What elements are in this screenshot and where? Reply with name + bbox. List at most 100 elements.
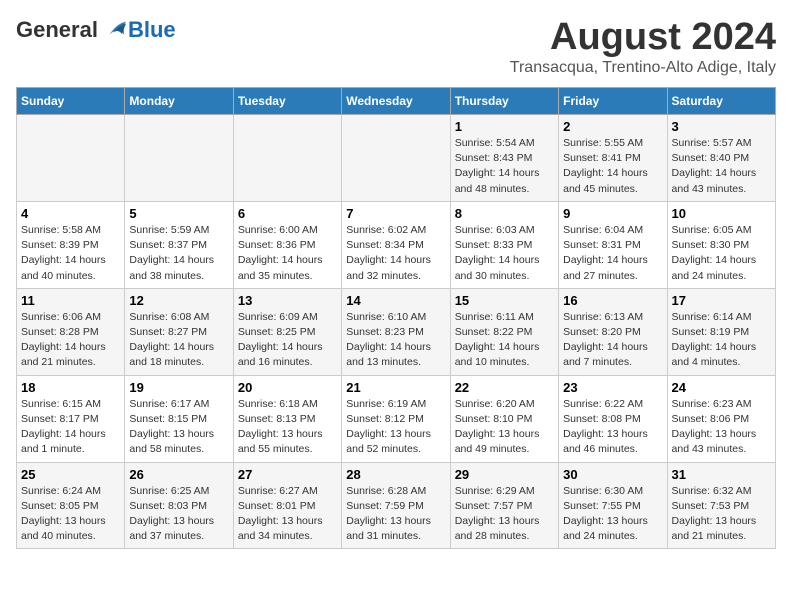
day-cell: 12 Sunrise: 6:08 AMSunset: 8:27 PMDayligh…: [125, 288, 233, 375]
day-info: Sunrise: 6:15 AMSunset: 8:17 PMDaylight:…: [21, 397, 120, 458]
day-number: 21: [346, 380, 445, 395]
day-info: Sunrise: 6:30 AMSunset: 7:55 PMDaylight:…: [563, 484, 662, 545]
col-header-friday: Friday: [559, 88, 667, 115]
day-cell: 13Sunrise: 6:09 AMSunset: 8:25 PMDayligh…: [233, 288, 341, 375]
day-info: Sunrise: 6:22 AMSunset: 8:08 PMDaylight:…: [563, 397, 662, 458]
day-info: Sunrise: 6:29 AMSunset: 7:57 PMDaylight:…: [455, 484, 554, 545]
logo: General Blue: [16, 16, 176, 44]
day-cell: 25 Sunrise: 6:24 AMSunset: 8:05 PMDayligh…: [17, 462, 125, 549]
day-cell: 31 Sunrise: 6:32 AMSunset: 7:53 PMDayligh…: [667, 462, 775, 549]
day-number: 7: [346, 206, 445, 221]
day-info: Sunrise: 6:28 AMSunset: 7:59 PMDaylight:…: [346, 484, 445, 545]
day-cell: 7 Sunrise: 6:02 AMSunset: 8:34 PMDaylight…: [342, 201, 450, 288]
col-header-monday: Monday: [125, 88, 233, 115]
day-number: 30: [563, 467, 662, 482]
day-info: Sunrise: 6:19 AMSunset: 8:12 PMDaylight:…: [346, 397, 445, 458]
logo-general: General: [16, 17, 98, 43]
day-number: 1: [455, 119, 554, 134]
day-cell: 26 Sunrise: 6:25 AMSunset: 8:03 PMDayligh…: [125, 462, 233, 549]
day-info: Sunrise: 6:23 AMSunset: 8:06 PMDaylight:…: [672, 397, 771, 458]
header-row: SundayMondayTuesdayWednesdayThursdayFrid…: [17, 88, 776, 115]
day-info: Sunrise: 6:06 AMSunset: 8:28 PMDaylight:…: [21, 310, 120, 371]
day-info: Sunrise: 6:32 AMSunset: 7:53 PMDaylight:…: [672, 484, 771, 545]
logo-bird-icon: [100, 16, 128, 44]
day-cell: 3Sunrise: 5:57 AMSunset: 8:40 PMDaylight…: [667, 115, 775, 202]
day-cell: [342, 115, 450, 202]
day-cell: 8 Sunrise: 6:03 AMSunset: 8:33 PMDaylight…: [450, 201, 558, 288]
day-number: 25: [21, 467, 120, 482]
day-number: 31: [672, 467, 771, 482]
day-number: 26: [129, 467, 228, 482]
day-cell: 30 Sunrise: 6:30 AMSunset: 7:55 PMDayligh…: [559, 462, 667, 549]
day-number: 11: [21, 293, 120, 308]
day-number: 20: [238, 380, 337, 395]
day-cell: 16Sunrise: 6:13 AMSunset: 8:20 PMDayligh…: [559, 288, 667, 375]
day-cell: 14 Sunrise: 6:10 AMSunset: 8:23 PMDayligh…: [342, 288, 450, 375]
day-cell: 27Sunrise: 6:27 AMSunset: 8:01 PMDayligh…: [233, 462, 341, 549]
day-cell: 11 Sunrise: 6:06 AMSunset: 8:28 PMDayligh…: [17, 288, 125, 375]
day-number: 8: [455, 206, 554, 221]
day-cell: [125, 115, 233, 202]
day-number: 15: [455, 293, 554, 308]
day-info: Sunrise: 5:59 AMSunset: 8:37 PMDaylight:…: [129, 223, 228, 284]
header: General Blue August 2024 Transacqua, Tre…: [16, 16, 776, 77]
day-info: Sunrise: 6:27 AMSunset: 8:01 PMDaylight:…: [238, 484, 337, 545]
day-number: 6: [238, 206, 337, 221]
day-cell: 29 Sunrise: 6:29 AMSunset: 7:57 PMDayligh…: [450, 462, 558, 549]
day-cell: [17, 115, 125, 202]
logo-blue: Blue: [128, 17, 176, 43]
day-info: Sunrise: 5:54 AMSunset: 8:43 PMDaylight:…: [455, 136, 554, 197]
day-info: Sunrise: 6:14 AMSunset: 8:19 PMDaylight:…: [672, 310, 771, 371]
week-row-1: 1 Sunrise: 5:54 AMSunset: 8:43 PMDaylight…: [17, 115, 776, 202]
day-info: Sunrise: 6:18 AMSunset: 8:13 PMDaylight:…: [238, 397, 337, 458]
month-year-title: August 2024: [510, 16, 776, 59]
day-info: Sunrise: 6:20 AMSunset: 8:10 PMDaylight:…: [455, 397, 554, 458]
day-cell: 24 Sunrise: 6:23 AMSunset: 8:06 PMDayligh…: [667, 375, 775, 462]
day-number: 28: [346, 467, 445, 482]
day-number: 12: [129, 293, 228, 308]
day-info: Sunrise: 6:13 AMSunset: 8:20 PMDaylight:…: [563, 310, 662, 371]
day-info: Sunrise: 5:55 AMSunset: 8:41 PMDaylight:…: [563, 136, 662, 197]
day-info: Sunrise: 6:08 AMSunset: 8:27 PMDaylight:…: [129, 310, 228, 371]
day-number: 9: [563, 206, 662, 221]
col-header-tuesday: Tuesday: [233, 88, 341, 115]
day-cell: 5 Sunrise: 5:59 AMSunset: 8:37 PMDaylight…: [125, 201, 233, 288]
day-number: 5: [129, 206, 228, 221]
col-header-thursday: Thursday: [450, 88, 558, 115]
day-info: Sunrise: 6:02 AMSunset: 8:34 PMDaylight:…: [346, 223, 445, 284]
day-number: 13: [238, 293, 337, 308]
week-row-3: 11 Sunrise: 6:06 AMSunset: 8:28 PMDayligh…: [17, 288, 776, 375]
day-number: 19: [129, 380, 228, 395]
day-number: 4: [21, 206, 120, 221]
day-info: Sunrise: 6:00 AMSunset: 8:36 PMDaylight:…: [238, 223, 337, 284]
day-cell: 9Sunrise: 6:04 AMSunset: 8:31 PMDaylight…: [559, 201, 667, 288]
day-number: 10: [672, 206, 771, 221]
day-cell: 23 Sunrise: 6:22 AMSunset: 8:08 PMDayligh…: [559, 375, 667, 462]
day-info: Sunrise: 6:24 AMSunset: 8:05 PMDaylight:…: [21, 484, 120, 545]
week-row-2: 4Sunrise: 5:58 AMSunset: 8:39 PMDaylight…: [17, 201, 776, 288]
col-header-sunday: Sunday: [17, 88, 125, 115]
day-number: 17: [672, 293, 771, 308]
day-number: 24: [672, 380, 771, 395]
day-cell: 28 Sunrise: 6:28 AMSunset: 7:59 PMDayligh…: [342, 462, 450, 549]
day-info: Sunrise: 6:17 AMSunset: 8:15 PMDaylight:…: [129, 397, 228, 458]
day-info: Sunrise: 6:05 AMSunset: 8:30 PMDaylight:…: [672, 223, 771, 284]
location-subtitle: Transacqua, Trentino-Alto Adige, Italy: [510, 59, 776, 77]
day-info: Sunrise: 6:10 AMSunset: 8:23 PMDaylight:…: [346, 310, 445, 371]
calendar-table: SundayMondayTuesdayWednesdayThursdayFrid…: [16, 87, 776, 549]
day-info: Sunrise: 6:03 AMSunset: 8:33 PMDaylight:…: [455, 223, 554, 284]
col-header-saturday: Saturday: [667, 88, 775, 115]
day-number: 22: [455, 380, 554, 395]
day-number: 29: [455, 467, 554, 482]
week-row-4: 18 Sunrise: 6:15 AMSunset: 8:17 PMDayligh…: [17, 375, 776, 462]
day-cell: 1 Sunrise: 5:54 AMSunset: 8:43 PMDaylight…: [450, 115, 558, 202]
day-info: Sunrise: 6:25 AMSunset: 8:03 PMDaylight:…: [129, 484, 228, 545]
day-cell: 18 Sunrise: 6:15 AMSunset: 8:17 PMDayligh…: [17, 375, 125, 462]
day-number: 18: [21, 380, 120, 395]
title-area: August 2024 Transacqua, Trentino-Alto Ad…: [510, 16, 776, 77]
day-cell: 15Sunrise: 6:11 AMSunset: 8:22 PMDayligh…: [450, 288, 558, 375]
day-number: 23: [563, 380, 662, 395]
day-number: 14: [346, 293, 445, 308]
day-cell: 20 Sunrise: 6:18 AMSunset: 8:13 PMDayligh…: [233, 375, 341, 462]
day-cell: [233, 115, 341, 202]
